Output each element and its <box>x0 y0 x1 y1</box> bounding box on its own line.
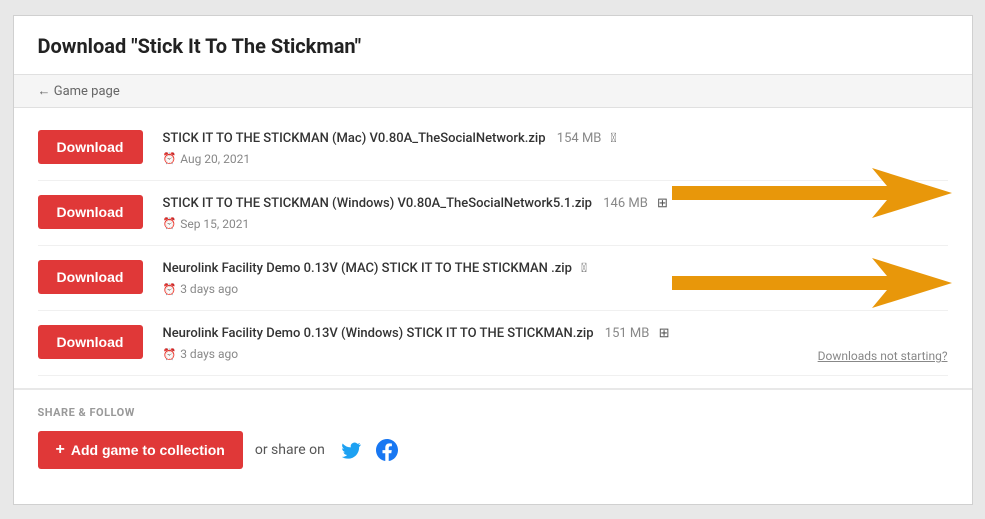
plus-icon: + <box>56 441 65 459</box>
back-nav: ← Game page <box>14 75 972 108</box>
download-meta-3: ⏰ 3 days ago <box>163 282 948 296</box>
downloads-not-starting[interactable]: Downloads not starting? <box>818 349 948 363</box>
download-row: Download STICK IT TO THE STICKMAN (Mac) … <box>38 116 948 181</box>
twitter-icon[interactable] <box>337 436 365 464</box>
add-collection-button[interactable]: + Add game to collection <box>38 431 243 469</box>
download-button-2[interactable]: Download <box>38 195 143 229</box>
windows-icon-4: ⊞ <box>659 326 670 341</box>
filesize-1: 154 MB <box>557 131 602 146</box>
social-icons <box>337 436 401 464</box>
title-quoted: "Stick It To The Stickman" <box>131 34 361 58</box>
clock-icon-4: ⏰ <box>163 348 177 361</box>
page-title: Download "Stick It To The Stickman" <box>38 34 948 58</box>
download-button-3[interactable]: Download <box>38 260 143 294</box>
facebook-icon[interactable] <box>373 436 401 464</box>
download-filename-2: STICK IT TO THE STICKMAN (Windows) V0.80… <box>163 195 948 213</box>
title-prefix: Download <box>38 34 132 58</box>
download-button-1[interactable]: Download <box>38 130 143 164</box>
download-info-3: Neurolink Facility Demo 0.13V (MAC) STIC… <box>163 260 948 296</box>
clock-icon-1: ⏰ <box>163 152 177 165</box>
mac-icon-3:  <box>581 261 587 276</box>
download-meta-2: ⏰ Sep 15, 2021 <box>163 217 948 231</box>
clock-icon-2: ⏰ <box>163 217 177 230</box>
download-button-4[interactable]: Download <box>38 325 143 359</box>
download-filename-3: Neurolink Facility Demo 0.13V (MAC) STIC… <box>163 260 948 278</box>
game-page-link[interactable]: ← Game page <box>38 84 120 99</box>
or-share-on-text: or share on <box>255 442 325 458</box>
filesize-4: 151 MB <box>605 326 650 341</box>
mac-icon-1:  <box>611 131 617 146</box>
filesize-2: 146 MB <box>603 196 648 211</box>
download-row: Download STICK IT TO THE STICKMAN (Windo… <box>38 181 948 246</box>
clock-icon-3: ⏰ <box>163 283 177 296</box>
share-actions: + Add game to collection or share on <box>38 431 948 469</box>
share-section-label: SHARE & FOLLOW <box>38 406 948 419</box>
page-header: Download "Stick It To The Stickman" <box>14 16 972 75</box>
download-meta-1: ⏰ Aug 20, 2021 <box>163 152 948 166</box>
windows-icon-2: ⊞ <box>657 196 668 211</box>
downloads-section: Download STICK IT TO THE STICKMAN (Mac) … <box>14 108 972 389</box>
download-filename-4: Neurolink Facility Demo 0.13V (Windows) … <box>163 325 948 343</box>
download-info-2: STICK IT TO THE STICKMAN (Windows) V0.80… <box>163 195 948 231</box>
download-filename-1: STICK IT TO THE STICKMAN (Mac) V0.80A_Th… <box>163 130 948 148</box>
share-section: SHARE & FOLLOW + Add game to collection … <box>14 388 972 489</box>
page-container: Download "Stick It To The Stickman" ← Ga… <box>13 15 973 505</box>
download-info-1: STICK IT TO THE STICKMAN (Mac) V0.80A_Th… <box>163 130 948 166</box>
download-row: Download Neurolink Facility Demo 0.13V (… <box>38 246 948 311</box>
download-row: Download Neurolink Facility Demo 0.13V (… <box>38 311 948 376</box>
